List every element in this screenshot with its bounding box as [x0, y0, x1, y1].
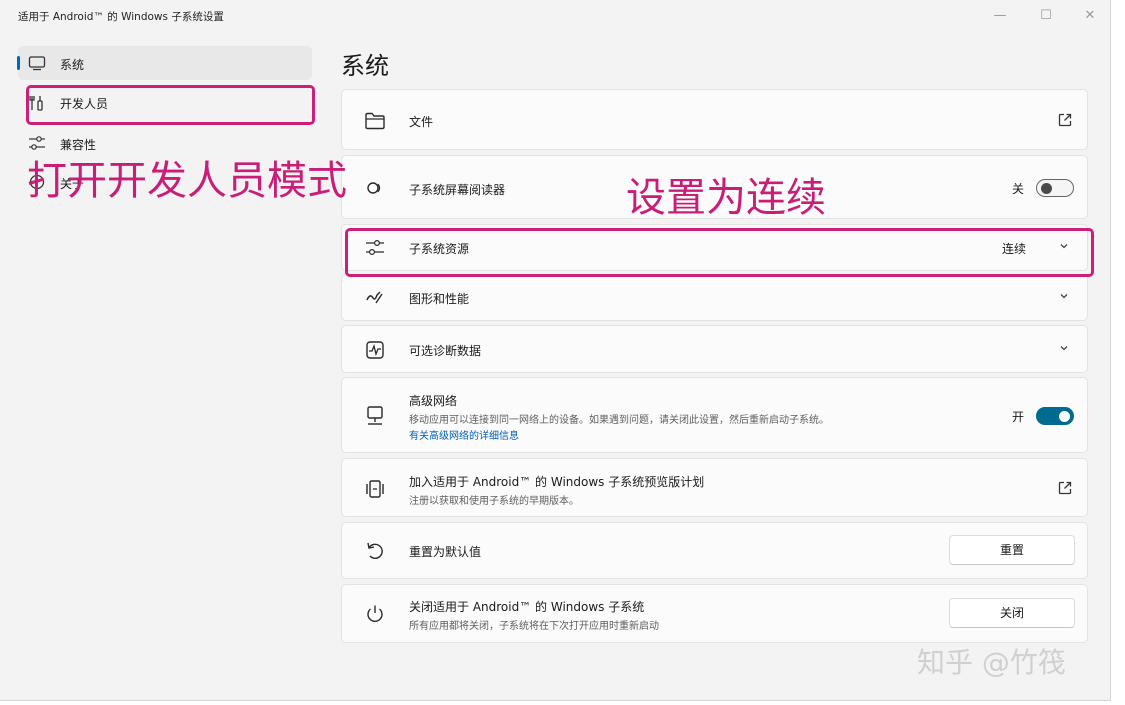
diagnostics-icon — [364, 339, 386, 361]
network-icon — [364, 405, 386, 427]
shutdown-card: 关闭适用于 Android™ 的 Windows 子系统 所有应用都将关闭，子系… — [341, 584, 1088, 643]
card-title: 高级网络 — [409, 394, 458, 408]
resources-highlight-box — [345, 228, 1094, 277]
graphics-icon — [364, 287, 386, 309]
toggle-state-label: 关 — [1012, 182, 1025, 196]
folder-icon — [364, 110, 386, 132]
monitor-icon — [28, 55, 46, 71]
card-title: 图形和性能 — [409, 292, 470, 306]
external-link-icon[interactable] — [1057, 480, 1073, 496]
page-title: 系统 — [341, 52, 389, 80]
external-link-icon[interactable] — [1057, 112, 1073, 128]
sidebar-item-system[interactable]: 系统 — [17, 46, 312, 80]
card-title: 子系统屏幕阅读器 — [409, 183, 506, 197]
power-icon — [364, 603, 386, 625]
graphics-card[interactable]: 图形和性能 — [341, 274, 1088, 321]
reset-card: 重置为默认值 重置 — [341, 522, 1088, 579]
card-description: 所有应用都将关闭，子系统将在下次打开应用时重新启动 — [409, 621, 659, 632]
set-continuous-annotation: 设置为连续 — [626, 175, 826, 221]
files-card[interactable]: 文件 — [341, 89, 1088, 150]
minimize-button[interactable]: — — [978, 4, 1022, 28]
window-title: 适用于 Android™ 的 Windows 子系统设置 — [18, 11, 224, 23]
toggle-knob — [1041, 183, 1052, 194]
screen-reader-icon — [364, 177, 386, 199]
card-title: 可选诊断数据 — [409, 344, 482, 358]
shutdown-button[interactable]: 关闭 — [949, 598, 1075, 628]
reset-button[interactable]: 重置 — [949, 535, 1075, 565]
advanced-network-toggle[interactable] — [1036, 407, 1074, 425]
selection-indicator — [17, 56, 20, 70]
title-bar: 适用于 Android™ 的 Windows 子系统设置 — ☐ ✕ — [0, 0, 1110, 34]
developer-highlight-box — [26, 85, 315, 125]
close-button[interactable]: ✕ — [1068, 4, 1112, 28]
card-title: 关闭适用于 Android™ 的 Windows 子系统 — [409, 600, 645, 614]
watermark: 知乎 @竹筏 — [917, 646, 1066, 679]
screen-reader-toggle[interactable] — [1036, 179, 1074, 197]
toggle-state-label: 开 — [1012, 410, 1025, 424]
card-description: 注册以获取和使用子系统的早期版本。 — [409, 496, 579, 507]
diagnostics-card[interactable]: 可选诊断数据 — [341, 325, 1088, 373]
card-description: 移动应用可以连接到同一网络上的设备。如果遇到问题，请关闭此设置，然后重新启动子系… — [409, 415, 829, 426]
preview-icon — [364, 478, 386, 500]
chevron-down-icon[interactable] — [1059, 343, 1069, 353]
preview-program-card[interactable]: 加入适用于 Android™ 的 Windows 子系统预览版计划 注册以获取和… — [341, 458, 1088, 517]
chevron-down-icon[interactable] — [1059, 291, 1069, 301]
maximize-button[interactable]: ☐ — [1024, 4, 1068, 28]
sidebar-item-label: 系统 — [60, 58, 85, 72]
advanced-network-link[interactable]: 有关高级网络的详细信息 — [409, 427, 519, 442]
card-title: 文件 — [409, 115, 434, 129]
reset-icon — [364, 540, 386, 562]
toggle-knob — [1059, 410, 1070, 422]
card-title: 加入适用于 Android™ 的 Windows 子系统预览版计划 — [409, 475, 705, 489]
advanced-network-card: 高级网络 移动应用可以连接到同一网络上的设备。如果遇到问题，请关闭此设置，然后重… — [341, 377, 1088, 453]
developer-mode-annotation: 打开开发人员模式 — [27, 158, 347, 204]
card-title: 重置为默认值 — [409, 545, 482, 559]
